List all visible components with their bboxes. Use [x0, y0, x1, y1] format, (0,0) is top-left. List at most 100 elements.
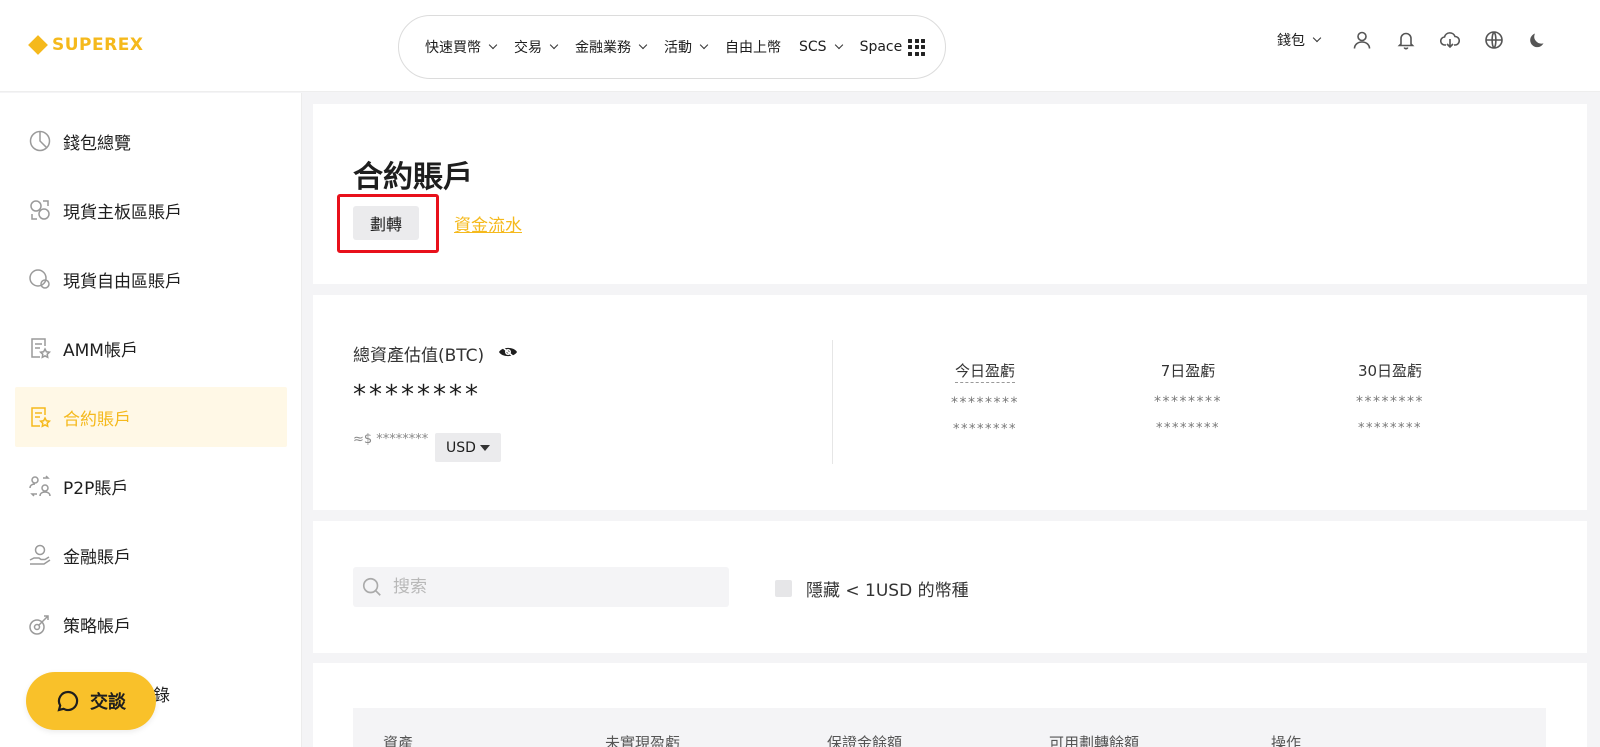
search-input[interactable] — [393, 577, 693, 597]
hand-coin-icon — [28, 543, 52, 567]
sidebar-item-strategy[interactable]: 策略帳戶 — [15, 594, 287, 654]
doc-star-icon — [28, 336, 52, 360]
download-icon[interactable] — [1440, 30, 1460, 50]
nav-trade[interactable]: 交易 — [508, 37, 563, 57]
sidebar-item-spot-free[interactable]: 現貨自由區賬戶 — [15, 249, 287, 309]
chat-button[interactable]: 交談 — [26, 672, 156, 730]
nav-label: SCS — [799, 39, 827, 55]
sidebar-item-label: 錢包總覽 — [63, 133, 131, 154]
search-box — [353, 567, 729, 607]
col-margin-balance: 保證金餘額 — [827, 734, 903, 747]
asset-table-card: 資產 未實現盈虧 保證金餘額 可用劃轉餘額 操作 — [313, 663, 1587, 747]
logo-text: SUPEREX — [52, 35, 144, 55]
nav-label: 自由上幣 — [725, 40, 781, 56]
pnl-30d: 30日盈虧 ******** ******** — [1330, 360, 1450, 436]
sidebar-item-label: 現貨主板區賬戶 — [63, 202, 182, 223]
nav-space[interactable]: Space — [854, 38, 932, 56]
pnl-7d: 7日盈虧 ******** ******** — [1128, 360, 1248, 436]
account-header-card: 合約賬戶 劃轉 資金流水 — [313, 104, 1587, 284]
pnl-percent: ******** — [1156, 421, 1220, 436]
top-header: SUPEREX 快速買幣 交易 金融業務 活動 自由上幣 SCS Space 錢… — [0, 0, 1600, 92]
superex-logo[interactable]: SUPEREX — [28, 35, 144, 55]
globe-icon[interactable] — [1484, 30, 1504, 50]
chat-bubble-icon — [57, 690, 79, 712]
total-assets-label: 總資產估值(BTC) — [353, 341, 518, 366]
sidebar-item-label: AMM帳戶 — [63, 340, 138, 361]
nav-label: Space — [859, 39, 903, 55]
sidebar-item-label: 合約賬戶 — [63, 409, 131, 430]
pnl-label: 30日盈虧 — [1357, 362, 1423, 380]
nav-activities[interactable]: 活動 — [658, 37, 713, 57]
chevron-down-icon — [638, 40, 648, 50]
pnl-label: 7日盈虧 — [1160, 362, 1216, 380]
pnl-value: ******** — [1154, 394, 1222, 410]
chevron-down-icon — [699, 40, 709, 50]
sidebar-item-label: 現貨自由區賬戶 — [63, 271, 182, 292]
caret-down-icon — [479, 444, 490, 451]
checkbox[interactable] — [775, 580, 792, 597]
user-icon[interactable] — [1352, 30, 1372, 50]
hide-small-balance-toggle[interactable]: 隱藏 < 1USD 的幣種 — [775, 576, 969, 601]
wallet-label: 錢包 — [1277, 33, 1305, 49]
sidebar-item-amm[interactable]: AMM帳戶 — [15, 318, 287, 378]
chevron-down-icon — [834, 40, 843, 50]
col-transferable: 可用劃轉餘額 — [1049, 734, 1140, 747]
sidebar-item-label: 策略帳戶 — [63, 616, 131, 637]
apps-grid-icon[interactable] — [908, 38, 926, 56]
currency-select[interactable]: USD — [435, 433, 501, 462]
main-nav: 快速買幣 交易 金融業務 活動 自由上幣 SCS Space — [398, 15, 946, 79]
sidebar-item-spot-main[interactable]: 現貨主板區賬戶 — [15, 180, 287, 240]
divider — [832, 340, 833, 464]
fund-flow-link[interactable]: 資金流水 — [454, 211, 522, 236]
bell-icon[interactable] — [1396, 30, 1416, 50]
pnl-percent: ******** — [953, 422, 1017, 437]
pnl-value: ******** — [951, 395, 1019, 411]
table-header: 資產 未實現盈虧 保證金餘額 可用劃轉餘額 操作 — [353, 708, 1546, 747]
pnl-today: 今日盈虧 ******** ******** — [925, 360, 1045, 437]
total-assets-text: 總資產估值(BTC) — [353, 346, 485, 366]
col-asset: 資產 — [383, 734, 414, 747]
pie-chart-icon — [28, 129, 52, 153]
nav-label: 快速買幣 — [425, 40, 481, 56]
moon-icon[interactable] — [1528, 30, 1548, 50]
doc-star-icon — [28, 405, 52, 429]
transfer-button[interactable]: 劃轉 — [353, 206, 419, 240]
total-assets-value: ******** — [353, 380, 481, 410]
coins-icon — [28, 267, 52, 291]
sidebar-item-finance[interactable]: 金融賬戶 — [15, 525, 287, 585]
exchange-circle-icon — [28, 198, 52, 222]
nav-label: 金融業務 — [575, 40, 631, 56]
nav-free-listing[interactable]: 自由上幣 — [719, 37, 787, 57]
pnl-percent: ******** — [1358, 421, 1422, 436]
currency-value: USD — [446, 439, 476, 456]
nav-finance[interactable]: 金融業務 — [569, 37, 652, 57]
nav-scs[interactable]: SCS — [793, 39, 848, 55]
chevron-down-icon — [549, 40, 559, 50]
nav-label: 交易 — [514, 40, 542, 56]
sidebar-item-wallet-overview[interactable]: 錢包總覽 — [15, 111, 287, 171]
nav-label: 活動 — [664, 40, 692, 56]
chat-label: 交談 — [90, 692, 126, 713]
header-actions: 錢包 — [1277, 30, 1548, 50]
col-actions: 操作 — [1271, 734, 1302, 747]
col-unrealized-pnl: 未實現盈虧 — [605, 734, 681, 747]
eye-toggle-icon[interactable] — [498, 344, 518, 364]
p2p-users-icon — [28, 474, 52, 498]
asset-summary-card: 總資產估值(BTC) ******** ≈$ ******** USD 今日盈虧… — [313, 295, 1587, 510]
chevron-down-icon — [488, 40, 498, 50]
pnl-value: ******** — [1356, 394, 1424, 410]
filter-card: 隱藏 < 1USD 的幣種 — [313, 521, 1587, 653]
pnl-label[interactable]: 今日盈虧 — [954, 360, 1015, 383]
page-title: 合約賬戶 — [353, 160, 473, 195]
sidebar-item-futures[interactable]: 合約賬戶 — [15, 387, 287, 447]
search-icon — [362, 577, 381, 596]
hide-small-balance-label: 隱藏 < 1USD 的幣種 — [806, 581, 969, 601]
usd-approx-value: ≈$ ******** — [353, 432, 429, 447]
wallet-menu[interactable]: 錢包 — [1277, 30, 1322, 50]
chevron-down-icon — [1312, 33, 1322, 43]
sidebar-item-label: 金融賬戶 — [63, 547, 131, 568]
sidebar-item-p2p[interactable]: P2P賬戶 — [15, 456, 287, 516]
sidebar-item-label: P2P賬戶 — [63, 478, 129, 499]
nav-quick-buy[interactable]: 快速買幣 — [419, 37, 502, 57]
strategy-icon — [28, 612, 52, 636]
